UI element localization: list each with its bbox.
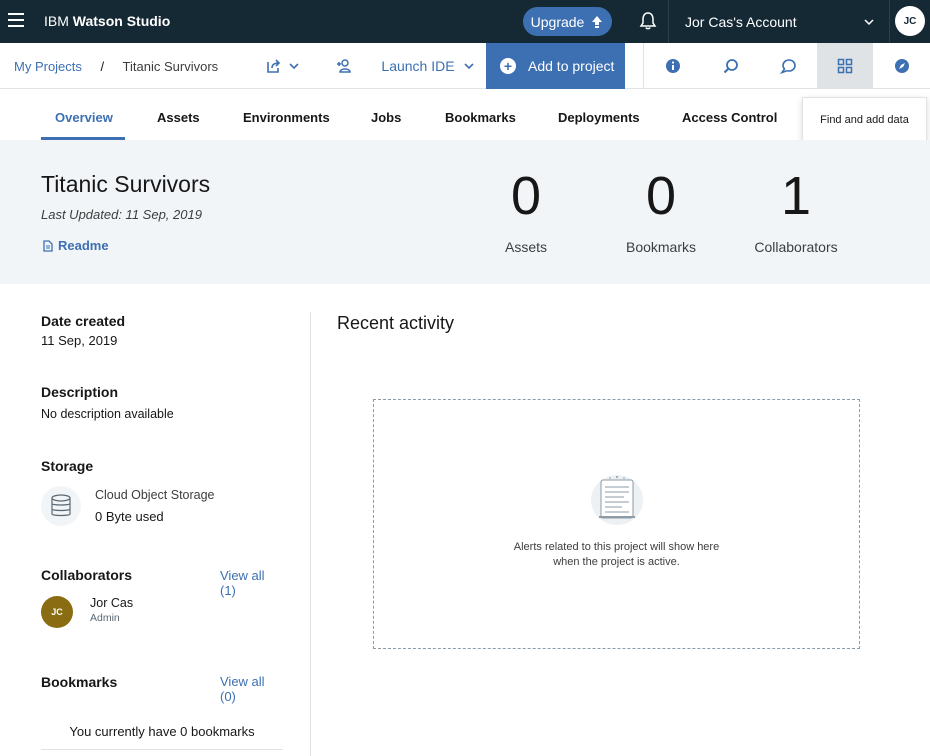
stat-bookmarks[interactable]: 0 Bookmarks [601,165,721,255]
launch-ide-label: Launch IDE [381,58,455,74]
storage-name: Cloud Object Storage [95,488,215,502]
empty-message-line-1: Alerts related to this project will show… [513,541,720,553]
plus-icon: + [500,58,516,74]
add-to-project-button[interactable]: + Add to project [486,43,625,89]
recent-activity-title: Recent activity [337,313,455,333]
upgrade-label: Upgrade [530,13,585,30]
add-collaborator-icon [337,59,351,73]
breadcrumb-separator: / [100,59,105,74]
add-collaborator-button[interactable] [330,43,358,89]
avatar[interactable]: JC [895,6,925,36]
description-value: No description available [41,407,174,421]
stat-bookmarks-value: 0 [645,166,677,226]
column-divider [310,312,311,756]
find-and-add-data-tooltip: Find and add data [802,97,927,142]
storage-label: Storage [41,458,94,474]
recent-activity-empty-message: Alerts related to this project will show… [374,540,859,570]
menu-icon[interactable] [8,13,24,27]
info-icon [666,59,680,73]
empty-message-line-2: when the project is active. [553,556,680,568]
chat-icon [780,59,796,74]
breadcrumb-my-projects[interactable]: My Projects [14,59,82,74]
stat-assets-label: Assets [504,239,547,255]
tab-bookmarks[interactable]: Bookmarks [445,110,516,125]
add-to-project-label: Add to project [528,58,615,74]
database-icon [51,494,71,517]
top-navigation-bar: IBM Watson Studio Upgrade Jor Cas's Acco… [0,0,930,43]
tab-access-control[interactable]: Access Control [682,110,777,125]
export-menu-button[interactable] [258,43,308,89]
tab-overview[interactable]: Overview [55,110,113,125]
account-label: Jor Cas's Account [685,13,797,30]
collaborator-role: Admin [90,612,120,624]
bookmarks-view-all-link[interactable]: View all (0) [220,674,283,704]
export-icon [267,59,281,73]
bookmarks-empty-message: You currently have 0 bookmarks [69,724,255,739]
stat-assets[interactable]: 0 Assets [466,165,586,255]
find-and-add-data-button[interactable] [817,43,873,89]
app-brand[interactable]: IBM Watson Studio [44,13,170,29]
compass-icon [895,59,909,73]
collaborator-name: Jor Cas [90,596,134,610]
stat-assets-value: 0 [510,166,542,226]
description-label: Description [41,384,119,400]
stat-bookmarks-label: Bookmarks [625,239,697,255]
launch-ide-button[interactable]: Launch IDE [380,43,476,89]
tab-assets[interactable]: Assets [157,110,200,125]
readme-link[interactable]: Readme [43,238,109,253]
upgrade-button[interactable]: Upgrade [523,7,612,36]
explore-button[interactable] [874,43,930,89]
stat-collaborators[interactable]: 1 Collaborators [736,165,856,255]
bell-icon[interactable] [638,11,658,31]
storage-icon-badge [41,486,81,526]
project-tabs: Overview Assets Environments Jobs Bookma… [0,89,930,140]
stat-collaborators-label: Collaborators [754,239,838,255]
tab-environments[interactable]: Environments [243,110,330,125]
brand-prefix: IBM [44,13,69,29]
breadcrumb-current: Titanic Survivors [122,59,219,74]
project-toolbar: My Projects / Titanic Survivors Launch I… [0,43,930,89]
tab-jobs[interactable]: Jobs [371,110,401,125]
chevron-down-icon [464,63,474,70]
collaborators-label: Collaborators [41,567,133,583]
storage-used: 0 Byte used [95,509,164,524]
toolbar-divider [643,43,644,89]
recent-activity-empty-state: Alerts related to this project will show… [373,399,860,649]
last-updated: Last Updated: 11 Sep, 2019 [41,207,202,222]
brand-name: Watson Studio [72,13,171,29]
breadcrumb: My Projects / Titanic Survivors [14,59,218,74]
avatar: JC [41,596,73,628]
document-icon [43,239,53,252]
bookmarks-divider [41,749,283,750]
page-title: Titanic Survivors [41,171,211,197]
chevron-down-icon [864,19,874,26]
upgrade-arrow-icon [592,15,603,28]
stat-collaborators-value: 1 [780,166,812,226]
project-summary: Titanic Survivors Last Updated: 11 Sep, … [0,140,930,284]
date-created-value: 11 Sep, 2019 [41,333,118,348]
date-created-label: Date created [41,313,126,329]
search-icon [723,59,738,74]
search-button[interactable] [703,43,759,89]
chevron-down-icon [289,63,299,70]
empty-activity-icon [591,475,643,525]
account-switcher[interactable]: Jor Cas's Account [668,0,890,43]
collaborators-view-all-link[interactable]: View all (1) [220,568,283,598]
find-data-icon [837,58,853,74]
bookmarks-label: Bookmarks [41,674,118,690]
project-info-button[interactable] [645,43,701,89]
tab-deployments[interactable]: Deployments [558,110,640,125]
comments-button[interactable] [760,43,816,89]
readme-label: Readme [58,238,109,253]
